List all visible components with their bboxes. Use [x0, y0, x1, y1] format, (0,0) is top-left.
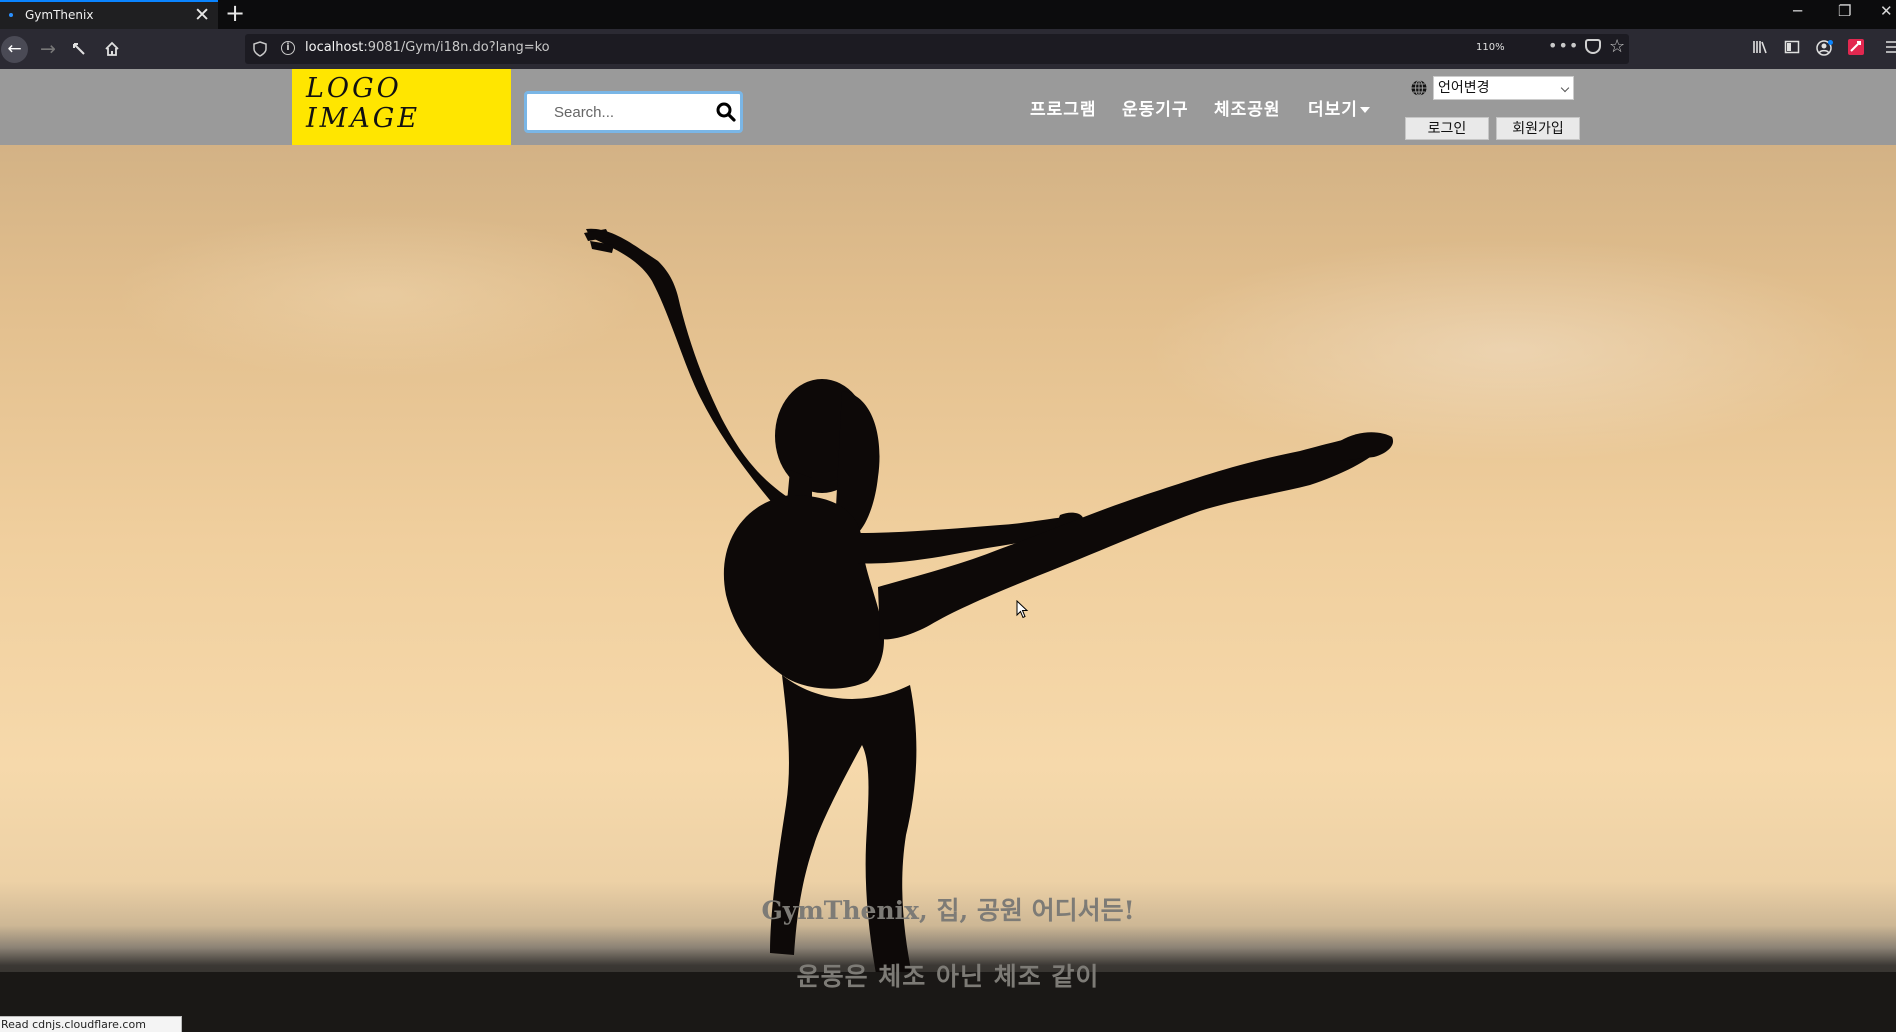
info-icon[interactable]: i	[281, 41, 295, 55]
search-icon[interactable]	[716, 102, 736, 122]
stop-loading-icon[interactable]	[64, 29, 94, 69]
back-icon[interactable]: ←	[1, 36, 28, 63]
bookmark-star-icon[interactable]: ☆	[1609, 36, 1625, 57]
logo-line-1: LOGO	[306, 73, 402, 104]
zoom-indicator[interactable]: 110%	[1472, 40, 1509, 55]
address-bar[interactable]: i localhost:9081/Gym/i18n.do?lang=ko 110…	[245, 34, 1629, 64]
url-text[interactable]: localhost:9081/Gym/i18n.do?lang=ko	[305, 40, 550, 55]
restore-icon[interactable]: ❐	[1838, 2, 1851, 20]
nav-more-label: 더보기	[1308, 100, 1358, 120]
new-tab-button[interactable]: +	[225, 0, 245, 26]
language-select-value: 언어변경	[1438, 80, 1490, 96]
site-header: LOGO IMAGE 프로그램 운동기구 체조공원 더보기 언어변경 로그인 회…	[0, 69, 1896, 145]
tab-close-icon[interactable]: ✕	[194, 4, 210, 26]
sidebar-icon[interactable]	[1784, 39, 1800, 59]
browser-tab-strip: GymThenix ✕ + ─ ❐ ✕	[0, 0, 1896, 29]
web-page: GymThenix, 집, 공원 어디서든! 운동은 체조 아닌 체조 같이 L…	[0, 69, 1896, 1032]
nav-gym-park[interactable]: 체조공원	[1214, 95, 1281, 120]
status-bar: Read cdnjs.cloudflare.com	[0, 1016, 182, 1032]
hero-tagline-2: 운동은 체조 아닌 체조 같이	[796, 962, 1100, 991]
extension-icon[interactable]	[1848, 39, 1864, 59]
hero-section: GymThenix, 집, 공원 어디서든! 운동은 체조 아닌 체조 같이	[0, 145, 1896, 1032]
account-icon[interactable]	[1816, 39, 1834, 61]
forward-icon[interactable]: →	[33, 29, 63, 69]
browser-tab[interactable]: GymThenix ✕	[0, 0, 218, 29]
home-icon[interactable]	[97, 29, 127, 69]
mouse-cursor-icon	[1016, 600, 1029, 619]
site-logo[interactable]: LOGO IMAGE	[292, 69, 511, 145]
minimize-icon[interactable]: ─	[1793, 2, 1802, 20]
hero-tagline-1: GymThenix, 집, 공원 어디서든!	[761, 896, 1135, 925]
globe-icon	[1411, 80, 1427, 96]
search-input[interactable]	[527, 94, 707, 130]
shield-icon[interactable]	[253, 41, 267, 57]
signup-button[interactable]: 회원가입	[1496, 117, 1580, 140]
library-icon[interactable]	[1752, 39, 1768, 59]
search-box	[524, 91, 743, 133]
nav-equipment[interactable]: 운동기구	[1122, 95, 1189, 120]
browser-nav-bar: ← → i localhost:9081/Gym/i18n.do?lang=ko…	[0, 29, 1896, 69]
page-actions-icon[interactable]: •••	[1548, 36, 1579, 55]
close-window-icon[interactable]: ✕	[1880, 2, 1893, 20]
tab-loading-icon	[9, 13, 13, 17]
caret-down-icon	[1359, 107, 1370, 113]
hamburger-menu-icon[interactable]	[1886, 39, 1896, 59]
chevron-down-icon	[1560, 83, 1570, 93]
login-button[interactable]: 로그인	[1405, 117, 1489, 140]
pocket-icon[interactable]	[1585, 39, 1601, 54]
nav-program[interactable]: 프로그램	[1030, 95, 1097, 120]
logo-line-2: IMAGE	[306, 103, 421, 134]
language-select[interactable]: 언어변경	[1433, 76, 1574, 100]
tab-title: GymThenix	[25, 8, 94, 22]
nav-more[interactable]: 더보기	[1308, 95, 1370, 120]
